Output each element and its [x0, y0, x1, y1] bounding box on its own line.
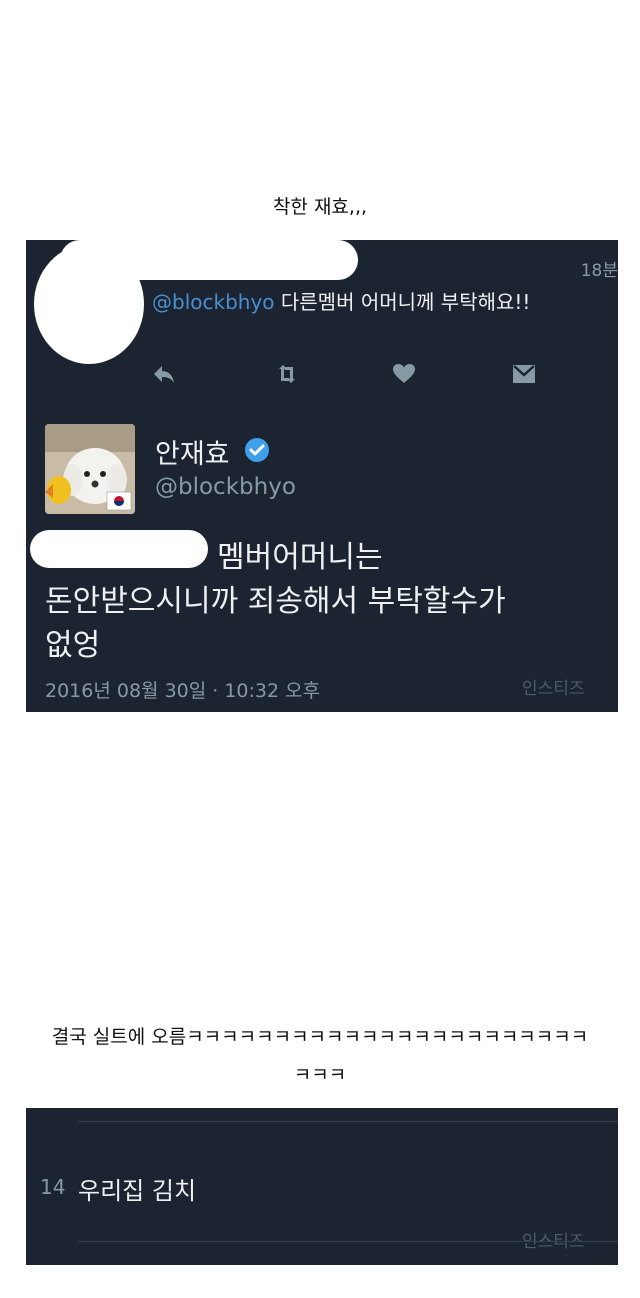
tweet-body-line-1: 멤버어머니는: [217, 540, 383, 575]
divider: [78, 1241, 618, 1242]
reply-icon[interactable]: [150, 360, 178, 388]
retweet-icon[interactable]: [273, 360, 301, 388]
verified-badge-icon: [245, 438, 269, 462]
trend-item[interactable]: 우리집 김치: [78, 1171, 196, 1206]
avatar[interactable]: [45, 424, 135, 514]
dm-icon[interactable]: [510, 360, 538, 388]
display-name[interactable]: 안재효: [155, 432, 230, 471]
reply-text: 다른멤버 어머니께 부탁해요!!: [274, 290, 531, 314]
tweet-body-line-2: 돈안받으시니까 죄송해서 부탁할수가: [45, 584, 506, 619]
reply-mention-link[interactable]: @blockbhyo: [152, 290, 275, 314]
timestamp: 2016년 08월 30일 · 10:32 오후: [45, 680, 321, 702]
like-icon[interactable]: [390, 360, 418, 388]
caption-bottom-line-2: ㅋㅋㅋ: [293, 1064, 347, 1086]
divider: [78, 1121, 618, 1122]
watermark: 인스티즈: [522, 679, 585, 699]
caption-bottom-line-1: 결국 실트에 오름ㅋㅋㅋㅋㅋㅋㅋㅋㅋㅋㅋㅋㅋㅋㅋㅋㅋㅋㅋㅋㅋㅋㅋ: [51, 1026, 589, 1048]
reply-tweet-text: @blockbhyo 다른멤버 어머니께 부탁해요!!: [152, 286, 530, 315]
caption-top: 착한 재효,,,: [272, 196, 368, 218]
reply-time-ago: 18분: [580, 261, 618, 281]
trend-rank: 14: [40, 1175, 66, 1199]
censor-blob-mention: [30, 530, 208, 568]
tweet-body-line-3: 없엉: [45, 628, 101, 663]
watermark: 인스티즈: [522, 1232, 585, 1252]
username[interactable]: @blockbhyo: [155, 474, 296, 500]
